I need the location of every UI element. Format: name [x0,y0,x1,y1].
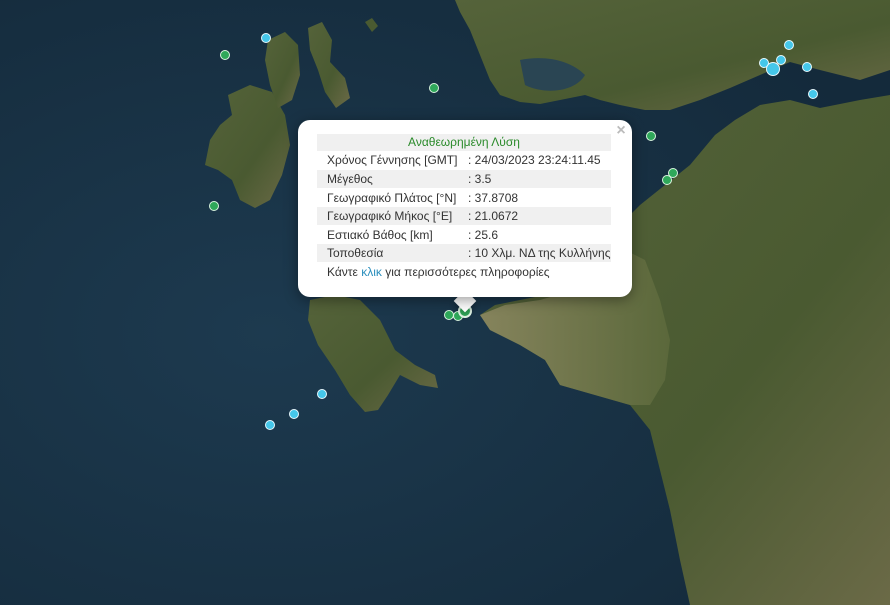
info-label: Μέγεθος [327,172,373,186]
info-row-origin-time: Χρόνος Γέννησης [GMT] : 24/03/2023 23:24… [317,151,611,169]
info-row-latitude: Γεωγραφικό Πλάτος [°N] : 37.8708 [317,189,611,207]
earthquake-marker[interactable] [784,40,794,50]
info-value: : 24/03/2023 23:24:11.45 [468,153,601,167]
map-view[interactable]: × Αναθεωρημένη Λύση Χρόνος Γέννησης [GMT… [0,0,890,605]
more-info-link[interactable]: κλικ [361,265,382,279]
info-row-longitude: Γεωγραφικό Μήκος [°E] : 21.0672 [317,207,611,225]
earthquake-marker[interactable] [289,409,299,419]
info-row-location: Τοποθεσία : 10 Χλμ. ΝΔ της Κυλλήνης [317,244,611,262]
more-info-text: Κάντε κλικ για περισσότερες πληροφορίες [327,264,550,280]
more-info-suffix: για περισσότερες πληροφορίες [381,265,550,279]
info-value: : 10 Χλμ. ΝΔ της Κυλλήνης [468,246,611,260]
satellite-basemap [0,0,890,605]
earthquake-marker[interactable] [808,89,818,99]
earthquake-marker[interactable] [317,389,327,399]
earthquake-marker[interactable] [261,33,271,43]
info-label: Τοποθεσία [327,246,384,260]
earthquake-marker[interactable] [646,131,656,141]
info-value: : 37.8708 [468,191,519,205]
info-row-depth: Εστιακό Βάθος [km] : 25.6 [317,226,611,244]
info-value: : 21.0672 [468,209,519,223]
more-info-prefix: Κάντε [327,265,362,279]
earthquake-marker[interactable] [209,201,219,211]
popup-title: Αναθεωρημένη Λύση [317,134,611,151]
earthquake-marker[interactable] [802,62,812,72]
info-label: Χρόνος Γέννησης [GMT] [327,153,458,167]
earthquake-marker[interactable] [265,420,275,430]
close-popup-button[interactable]: × [614,122,628,140]
earthquake-marker[interactable] [429,83,439,93]
popup-tip-cover [440,285,490,297]
earthquake-marker[interactable] [662,175,672,185]
info-value: : 25.6 [468,228,499,242]
info-label: Εστιακό Βάθος [km] [327,228,433,242]
info-label: Γεωγραφικό Πλάτος [°N] [327,191,457,205]
earthquake-marker[interactable] [220,50,230,60]
info-row-magnitude: Μέγεθος : 3.5 [317,170,611,188]
earthquake-marker[interactable] [766,62,780,76]
info-value: : 3.5 [468,172,492,186]
info-label: Γεωγραφικό Μήκος [°E] [327,209,453,223]
